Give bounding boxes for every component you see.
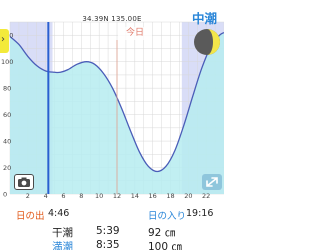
high-tide-label: 満潮 [52,241,73,250]
y-tick-label: 60 [3,111,11,119]
today-label: 今日 [118,27,152,40]
tide-type-label: 中潮 [191,11,217,26]
low-tide-label: 干潮 [52,227,73,239]
tide-app: 246810121416182022120100806040200 34.39N… [0,0,224,250]
x-tick-label: 20 [184,192,192,200]
y-tick-label: 100 [1,58,13,66]
sunrise-time: 4:46 [48,208,70,219]
x-tick-label: 22 [202,192,210,200]
sunrise-label: 日の出 [16,211,45,222]
location-coordinates: 34.39N 135.00E [82,15,142,23]
low-tide-height: 92 ㎝ [148,227,176,239]
x-tick-label: 14 [131,192,139,200]
y-tick-label: 20 [3,164,11,172]
x-tick-label: 10 [95,192,103,200]
x-tick-label: 4 [44,192,48,200]
sunset-time: 19:16 [186,208,214,219]
x-tick-label: 18 [166,192,174,200]
camera-icon [18,177,30,187]
side-menu-tab[interactable]: › [0,29,9,53]
moon-phase-icon [194,29,220,55]
y-tick-label: 0 [3,191,7,199]
x-tick-label: 12 [113,192,121,200]
y-tick-label: 80 [3,85,11,93]
high-tide-time: 8:35 [96,239,120,250]
low-tide-time: 5:39 [96,225,120,237]
x-tick-label: 6 [61,192,65,200]
expand-icon [206,177,218,187]
x-tick-label: 16 [149,192,157,200]
x-tick-label: 8 [79,192,83,200]
sunset-label: 日の入り [148,211,187,222]
chevron-right-icon: › [1,34,5,45]
high-tide-height: 100 ㎝ [148,241,182,250]
x-tick-label: 2 [26,192,30,200]
y-tick-label: 40 [3,138,11,146]
expand-button[interactable] [202,174,222,190]
camera-button[interactable] [14,174,34,190]
